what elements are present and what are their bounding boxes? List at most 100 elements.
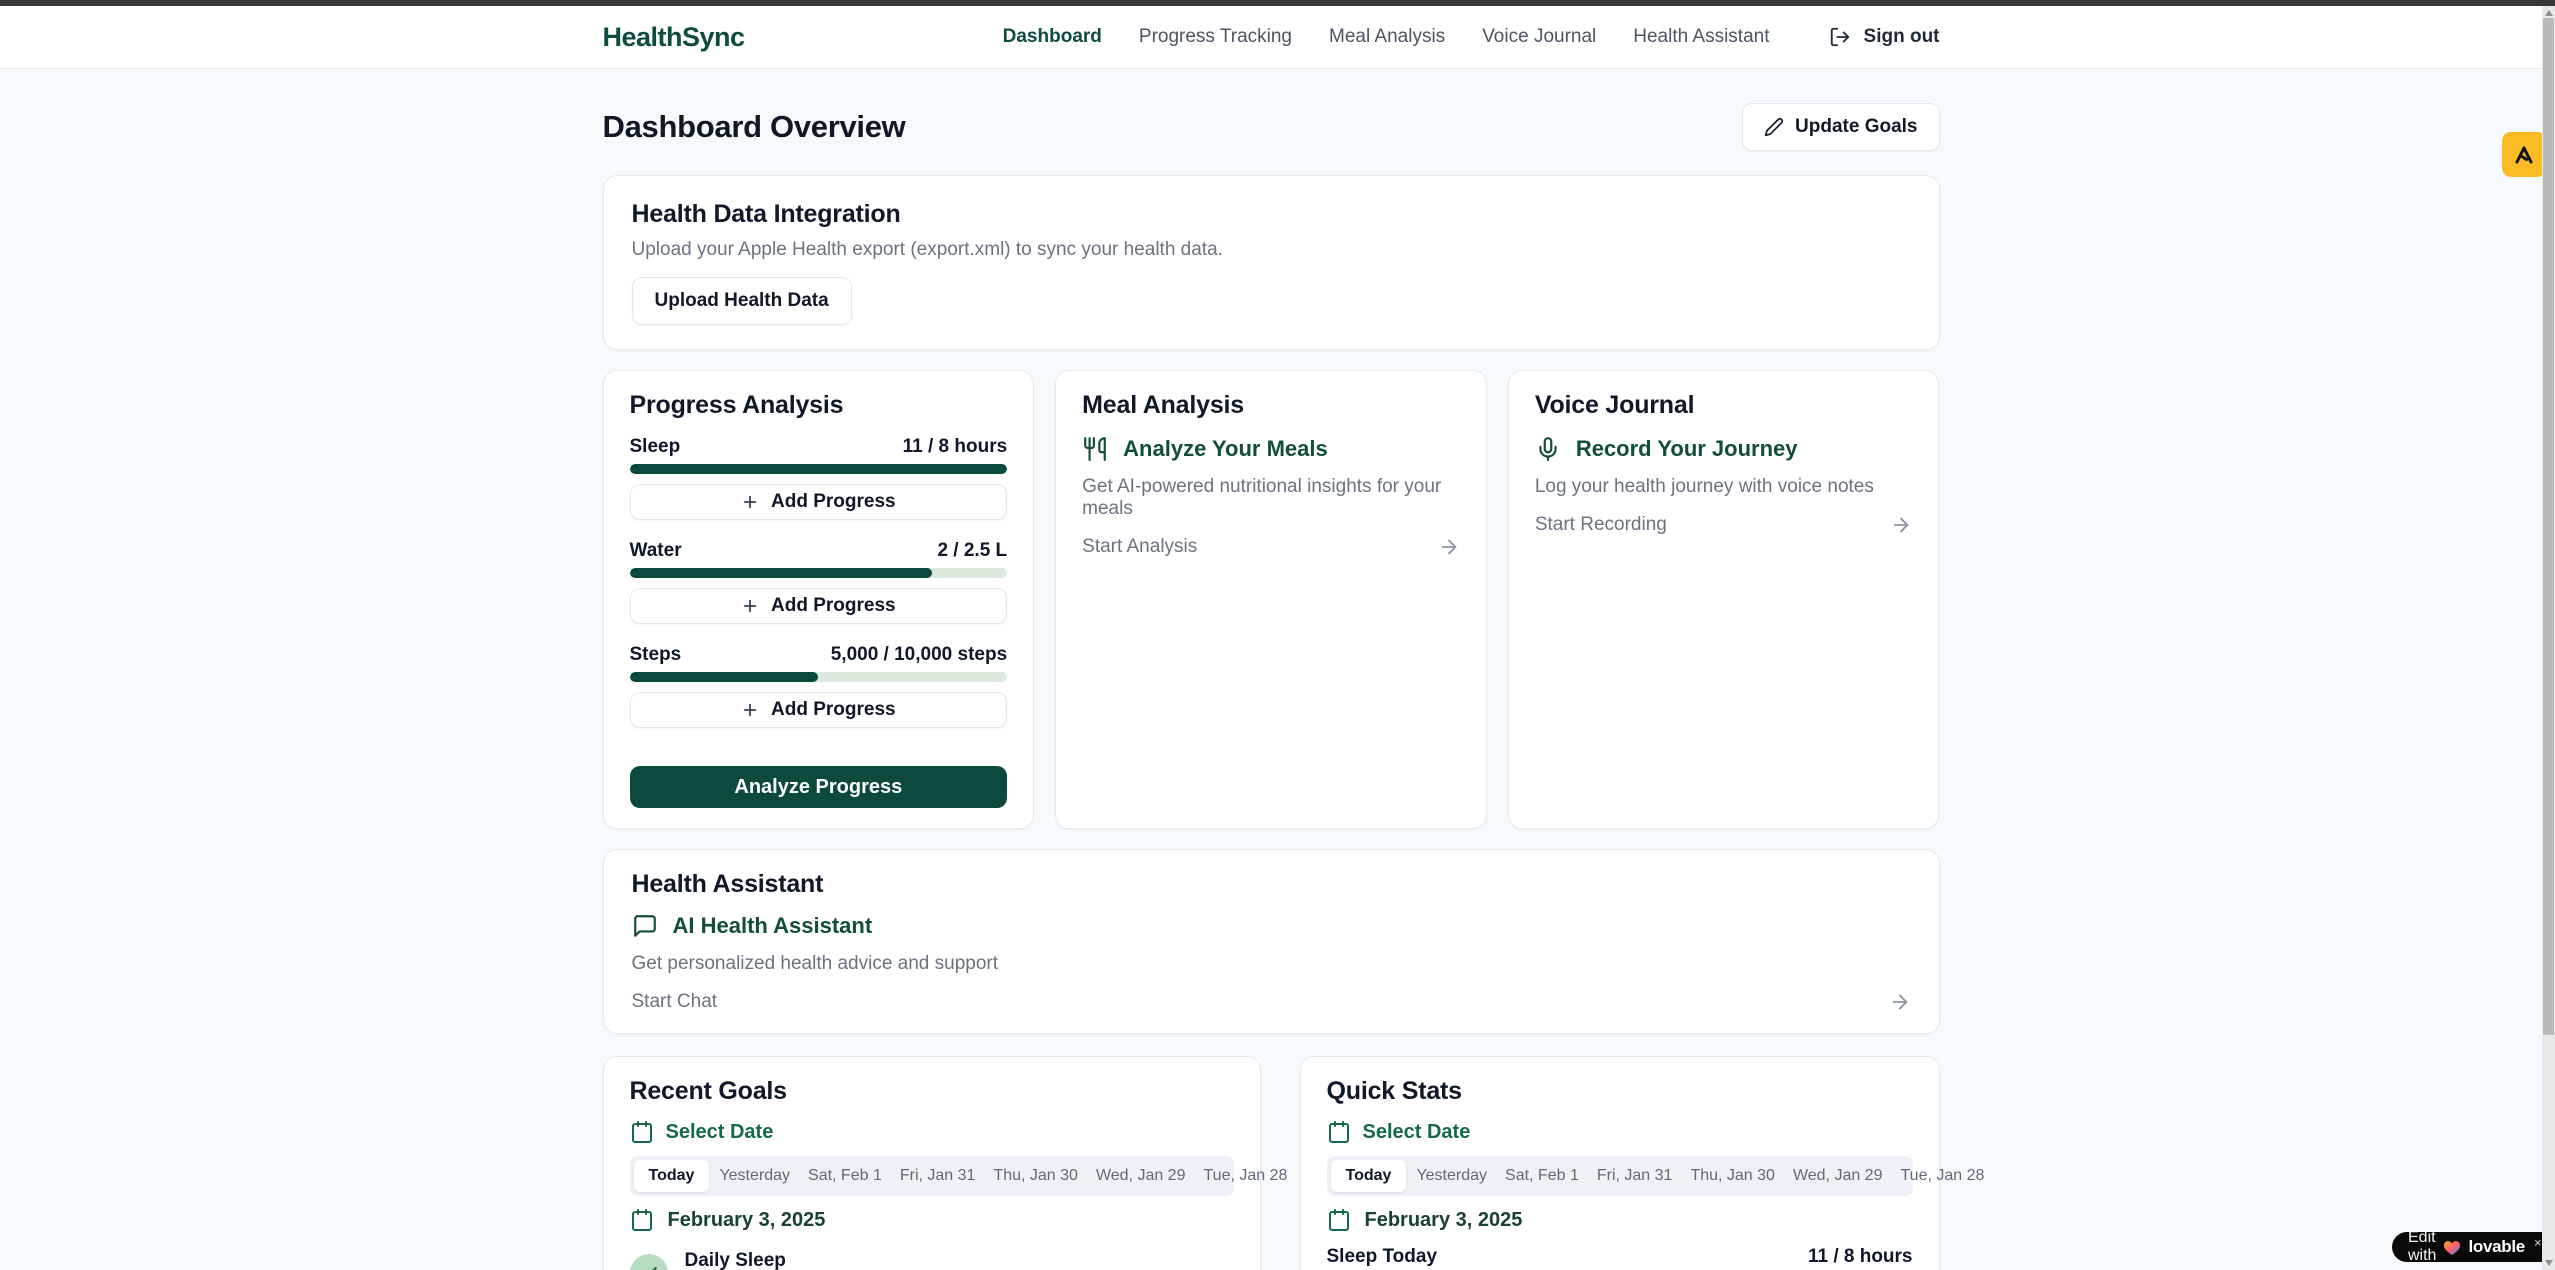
logout-icon: [1829, 26, 1851, 48]
add-progress-label: Add Progress: [771, 491, 896, 513]
vertical-scrollbar[interactable]: [2542, 6, 2555, 1270]
nav-link-meal-analysis[interactable]: Meal Analysis: [1329, 26, 1445, 48]
plus-icon: [741, 701, 759, 719]
quick-stats-card: Quick Stats Select Date Today Yesterday …: [1300, 1056, 1940, 1270]
goal-name: Daily Sleep: [685, 1250, 786, 1270]
tab-tue-jan-28[interactable]: Tue, Jan 28: [1892, 1160, 1992, 1192]
tab-fri-jan-31[interactable]: Fri, Jan 31: [1589, 1160, 1681, 1192]
scrollbar-thumb[interactable]: [2543, 18, 2554, 1035]
calendar-icon: [630, 1120, 654, 1144]
voice-journal-title: Voice Journal: [1535, 391, 1913, 420]
calendar-icon: [1327, 1120, 1351, 1144]
update-goals-button[interactable]: Update Goals: [1742, 103, 1939, 151]
assistant-description: Get personalized health advice and suppo…: [632, 953, 1911, 975]
start-chat-link[interactable]: Start Chat: [632, 991, 1911, 1013]
bottom-cards-row: Recent Goals Select Date Today Yesterday…: [603, 1056, 1940, 1270]
edit-with-label: Edit with: [2408, 1229, 2436, 1265]
calendar-icon: [1327, 1208, 1351, 1232]
progress-analysis-card: Progress Analysis Sleep 11 / 8 hours: [603, 370, 1035, 829]
nav-link-voice-journal[interactable]: Voice Journal: [1482, 26, 1596, 48]
ai-health-assistant-link[interactable]: AI Health Assistant: [632, 913, 1911, 939]
page-scroll-area: HealthSync Dashboard Progress Tracking M…: [0, 6, 2542, 1270]
analyze-your-meals-label: Analyze Your Meals: [1123, 436, 1328, 462]
recent-goals-title: Recent Goals: [630, 1077, 1234, 1106]
nav-link-health-assistant[interactable]: Health Assistant: [1633, 26, 1769, 48]
start-chat-label: Start Chat: [632, 991, 718, 1013]
recent-goals-current-date[interactable]: February 3, 2025: [630, 1208, 1234, 1232]
signout-button[interactable]: Sign out: [1829, 26, 1940, 48]
sleep-today-stat: Sleep Today 11 / 8 hours Add Progress: [1327, 1246, 1913, 1270]
nav-link-progress-tracking[interactable]: Progress Tracking: [1139, 26, 1292, 48]
tab-yesterday[interactable]: Yesterday: [711, 1160, 798, 1192]
analyze-progress-button[interactable]: Analyze Progress: [630, 766, 1008, 808]
analyze-your-meals-link[interactable]: Analyze Your Meals: [1082, 436, 1460, 462]
tab-sat-feb-1[interactable]: Sat, Feb 1: [1497, 1160, 1587, 1192]
plus-icon: [741, 493, 759, 511]
add-progress-water-button[interactable]: Add Progress: [630, 588, 1008, 624]
metric-label: Water: [630, 540, 682, 562]
tab-wed-jan-29[interactable]: Wed, Jan 29: [1785, 1160, 1891, 1192]
current-date-label: February 3, 2025: [668, 1209, 826, 1232]
sleep-progress-bar: [630, 464, 1008, 474]
heart-icon: [2443, 1239, 2461, 1256]
lovable-brand-label: lovable: [2468, 1237, 2524, 1257]
feature-cards-row: Progress Analysis Sleep 11 / 8 hours: [603, 370, 1940, 829]
health-assistant-title: Health Assistant: [632, 870, 1911, 899]
health-data-integration-card: Health Data Integration Upload your Appl…: [603, 175, 1940, 350]
tab-today[interactable]: Today: [634, 1160, 710, 1192]
record-your-journey-label: Record Your Journey: [1576, 436, 1798, 462]
utensils-icon: [1082, 436, 1108, 462]
meal-analysis-title: Meal Analysis: [1082, 391, 1460, 420]
scroll-up-icon[interactable]: [2545, 10, 2553, 16]
quick-stats-select-date[interactable]: Select Date: [1327, 1120, 1913, 1144]
nav-link-dashboard[interactable]: Dashboard: [1003, 26, 1102, 48]
recent-goals-select-date[interactable]: Select Date: [630, 1120, 1234, 1144]
upload-health-data-button[interactable]: Upload Health Data: [632, 277, 852, 325]
nav-links: Dashboard Progress Tracking Meal Analysi…: [1003, 26, 1940, 48]
quick-stats-current-date[interactable]: February 3, 2025: [1327, 1208, 1913, 1232]
add-progress-steps-button[interactable]: Add Progress: [630, 692, 1008, 728]
arrow-right-icon: [1889, 991, 1911, 1013]
tab-sat-feb-1[interactable]: Sat, Feb 1: [800, 1160, 890, 1192]
badge-close-icon[interactable]: ×: [2534, 1235, 2542, 1250]
start-analysis-link[interactable]: Start Analysis: [1082, 536, 1460, 558]
voice-description: Log your health journey with voice notes: [1535, 476, 1913, 498]
water-progress-bar: [630, 568, 1008, 578]
edit-with-lovable-badge[interactable]: Edit with lovable ×: [2392, 1232, 2555, 1262]
brand-logo[interactable]: HealthSync: [603, 22, 745, 53]
add-progress-sleep-button[interactable]: Add Progress: [630, 484, 1008, 520]
start-recording-link[interactable]: Start Recording: [1535, 514, 1913, 536]
window-top-strip: [0, 0, 2555, 6]
steps-progress-bar: [630, 672, 1008, 682]
select-date-label: Select Date: [1363, 1121, 1471, 1144]
tab-wed-jan-29[interactable]: Wed, Jan 29: [1088, 1160, 1194, 1192]
mic-icon: [1535, 436, 1561, 462]
current-date-label: February 3, 2025: [1365, 1209, 1523, 1232]
goal-item-daily-sleep: Daily Sleep 11 / 8 hours: [630, 1250, 1234, 1270]
ai-health-assistant-label: AI Health Assistant: [673, 913, 873, 939]
metric-label: Sleep: [630, 436, 681, 458]
recent-goals-date-tabs: Today Yesterday Sat, Feb 1 Fri, Jan 31 T…: [630, 1156, 1234, 1196]
add-progress-label: Add Progress: [771, 699, 896, 721]
tab-tue-jan-28[interactable]: Tue, Jan 28: [1195, 1160, 1295, 1192]
tab-thu-jan-30[interactable]: Thu, Jan 30: [985, 1160, 1086, 1192]
lovable-float-button[interactable]: [2502, 132, 2546, 177]
add-progress-label: Add Progress: [771, 595, 896, 617]
voice-journal-card: Voice Journal Record Your Journey Log yo…: [1508, 370, 1940, 829]
calendar-icon: [630, 1208, 654, 1232]
tab-today[interactable]: Today: [1331, 1160, 1407, 1192]
tab-fri-jan-31[interactable]: Fri, Jan 31: [892, 1160, 984, 1192]
metric-value: 5,000 / 10,000 steps: [831, 644, 1007, 666]
stat-value: 11 / 8 hours: [1808, 1246, 1913, 1268]
progress-analysis-title: Progress Analysis: [630, 391, 1008, 420]
metric-value: 11 / 8 hours: [903, 436, 1008, 458]
start-analysis-label: Start Analysis: [1082, 536, 1197, 558]
record-your-journey-link[interactable]: Record Your Journey: [1535, 436, 1913, 462]
health-data-description: Upload your Apple Health export (export.…: [632, 239, 1911, 261]
tab-yesterday[interactable]: Yesterday: [1408, 1160, 1495, 1192]
quick-stats-title: Quick Stats: [1327, 1077, 1913, 1106]
chat-icon: [632, 913, 658, 939]
page-title: Dashboard Overview: [603, 109, 906, 145]
scroll-down-icon[interactable]: [2545, 1260, 2553, 1266]
tab-thu-jan-30[interactable]: Thu, Jan 30: [1682, 1160, 1783, 1192]
